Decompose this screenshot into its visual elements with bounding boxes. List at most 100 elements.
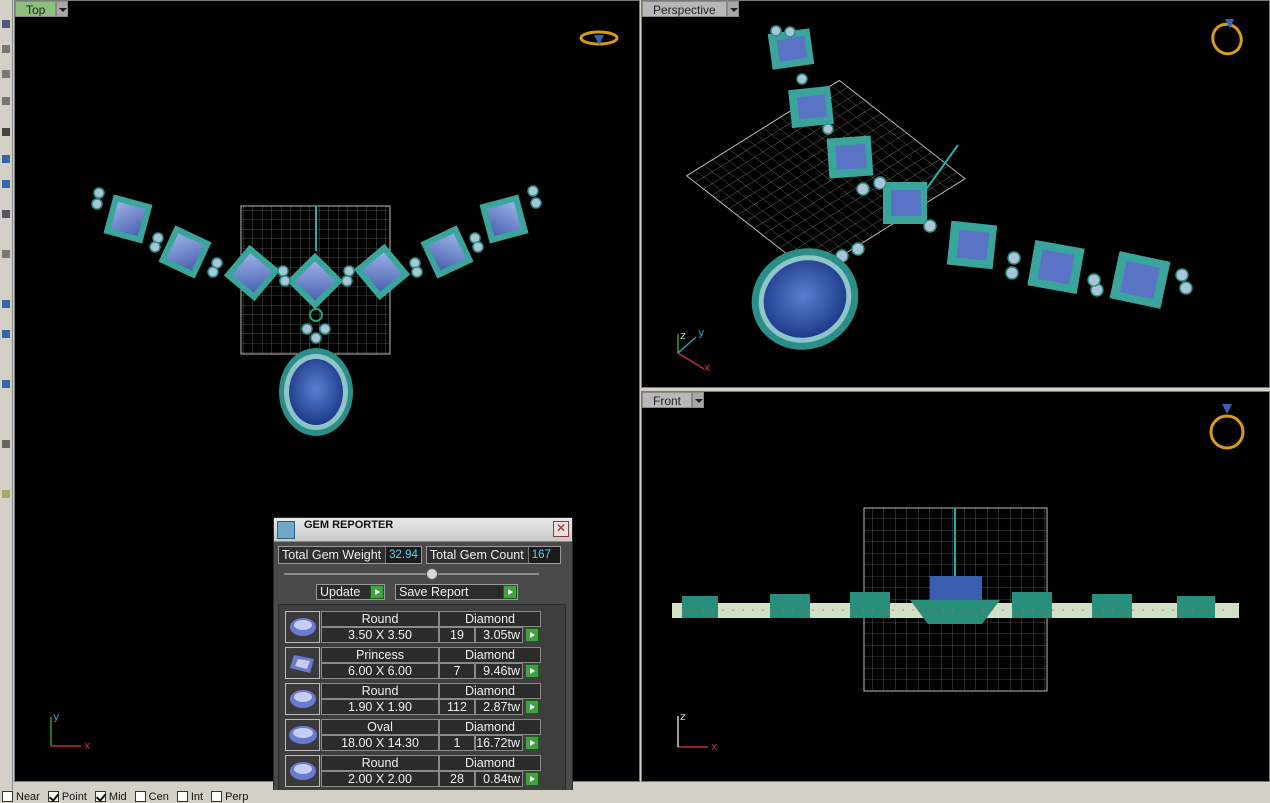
gem-row: Round Diamond 3.50 X 3.50 19 3.05tw bbox=[285, 611, 547, 643]
viewport-label: Perspective bbox=[642, 1, 727, 17]
tool-icon[interactable] bbox=[2, 490, 10, 498]
tool-icon[interactable] bbox=[2, 20, 10, 28]
gem-weight: 16.72tw bbox=[475, 735, 523, 751]
chevron-down-icon[interactable] bbox=[56, 1, 69, 17]
gem-size: 18.00 X 14.30 bbox=[321, 735, 439, 751]
snap-point[interactable]: Point bbox=[47, 791, 87, 803]
gem-material: Diamond bbox=[439, 683, 541, 699]
gem-totals: Total Gem Weight 32.94 Total Gem Count 1… bbox=[278, 546, 561, 564]
gem-reporter-titlebar[interactable]: GEM REPORTER ✕ bbox=[274, 518, 572, 542]
front-viewport[interactable]: x z Front bbox=[641, 391, 1270, 782]
play-icon[interactable] bbox=[525, 700, 539, 714]
save-report-button-label: Save Report bbox=[399, 585, 469, 599]
tool-icon[interactable] bbox=[2, 155, 10, 163]
snap-near[interactable]: Near bbox=[2, 791, 40, 803]
gem-count: 1 bbox=[439, 735, 475, 751]
gem-material: Diamond bbox=[439, 611, 541, 627]
round-gem-icon bbox=[285, 683, 320, 715]
snap-label: Int bbox=[190, 790, 204, 803]
gem-actions: Update Save Report bbox=[316, 584, 518, 600]
save-report-button[interactable]: Save Report bbox=[395, 584, 518, 600]
osnap-statusbar: Near Point Mid Cen Int Perp bbox=[0, 790, 1270, 803]
gem-size: 3.50 X 3.50 bbox=[321, 627, 439, 643]
splitter-track bbox=[284, 573, 539, 575]
play-icon[interactable] bbox=[525, 664, 539, 678]
tab-top-viewport[interactable]: Top bbox=[15, 1, 69, 17]
snap-label: Cen bbox=[148, 790, 169, 803]
gem-size: 2.00 X 2.00 bbox=[321, 771, 439, 787]
snap-cen[interactable]: Cen bbox=[134, 790, 169, 803]
tool-icon[interactable] bbox=[2, 250, 10, 258]
tool-icon[interactable] bbox=[2, 97, 10, 105]
axis-x-label: x bbox=[84, 739, 91, 752]
axis-y-label: y bbox=[698, 326, 705, 339]
tool-icon[interactable] bbox=[2, 440, 10, 448]
princess-gem-icon bbox=[285, 647, 320, 679]
left-toolbar bbox=[0, 0, 13, 790]
round-gem-icon bbox=[285, 611, 320, 643]
tab-perspective-viewport[interactable]: Perspective bbox=[642, 1, 739, 17]
gem-size: 6.00 X 6.00 bbox=[321, 663, 439, 679]
total-gem-count-label: Total Gem Count bbox=[429, 548, 524, 562]
gem-reporter-title: GEM REPORTER bbox=[304, 519, 394, 531]
gem-list: Round Diamond 3.50 X 3.50 19 3.05tw Prin… bbox=[278, 604, 566, 800]
viewport-label: Top bbox=[15, 1, 57, 17]
tool-icon[interactable] bbox=[2, 180, 10, 188]
gem-shape: Round bbox=[321, 755, 439, 771]
perspective-viewport[interactable]: x z y Perspective bbox=[641, 0, 1270, 388]
checkbox[interactable] bbox=[176, 791, 188, 802]
checkbox[interactable] bbox=[94, 791, 106, 802]
checkbox[interactable] bbox=[2, 791, 13, 802]
total-gem-weight-label: Total Gem Weight bbox=[282, 548, 382, 562]
snap-mid[interactable]: Mid bbox=[94, 790, 127, 803]
tool-icon[interactable] bbox=[2, 330, 10, 338]
gem-material: Diamond bbox=[439, 719, 541, 735]
gem-count: 112 bbox=[439, 699, 475, 715]
update-button[interactable]: Update bbox=[316, 584, 385, 600]
gem-shape: Round bbox=[321, 683, 439, 699]
gem-row: Round Diamond 2.00 X 2.00 28 0.84tw bbox=[285, 755, 547, 787]
snap-int[interactable]: Int bbox=[176, 790, 204, 803]
gem-weight: 0.84tw bbox=[475, 771, 523, 787]
viewport-label: Front bbox=[642, 392, 693, 408]
update-button-label: Update bbox=[320, 585, 361, 599]
chevron-down-icon[interactable] bbox=[692, 392, 705, 408]
tool-icon[interactable] bbox=[2, 300, 10, 308]
total-gem-weight: Total Gem Weight 32.94 bbox=[278, 546, 422, 564]
play-icon[interactable] bbox=[525, 736, 539, 750]
gem-row: Princess Diamond 6.00 X 6.00 7 9.46tw bbox=[285, 647, 547, 679]
tool-icon[interactable] bbox=[2, 45, 10, 53]
checkbox[interactable] bbox=[211, 791, 223, 802]
tool-icon[interactable] bbox=[2, 210, 10, 218]
tool-icon[interactable] bbox=[2, 70, 10, 78]
snap-label: Near bbox=[16, 790, 40, 803]
play-icon[interactable] bbox=[525, 628, 539, 642]
gem-count: 19 bbox=[439, 627, 475, 643]
panel-splitter[interactable] bbox=[284, 568, 539, 580]
total-gem-weight-value: 32.94 bbox=[385, 547, 421, 563]
play-icon[interactable] bbox=[370, 585, 384, 599]
checkbox[interactable] bbox=[47, 791, 59, 802]
close-button[interactable]: ✕ bbox=[553, 521, 569, 537]
gem-size: 1.90 X 1.90 bbox=[321, 699, 439, 715]
snap-perp[interactable]: Perp bbox=[211, 791, 248, 803]
tool-icon[interactable] bbox=[2, 128, 10, 136]
snap-label: Perp bbox=[225, 790, 249, 803]
axis-x-label: x bbox=[711, 740, 718, 753]
gem-material: Diamond bbox=[439, 647, 541, 663]
play-icon[interactable] bbox=[503, 585, 517, 599]
snap-label: Mid bbox=[108, 790, 127, 803]
play-icon[interactable] bbox=[525, 772, 539, 786]
front-view-scene: x z bbox=[672, 404, 1245, 753]
axis-y-label: y bbox=[53, 710, 60, 723]
view-cube-ring-icon[interactable] bbox=[1209, 404, 1245, 450]
gem-shape: Princess bbox=[321, 647, 439, 663]
tab-front-viewport[interactable]: Front bbox=[642, 392, 705, 408]
gem-weight: 3.05tw bbox=[475, 627, 523, 643]
tool-icon[interactable] bbox=[2, 380, 10, 388]
view-cube-ring-icon[interactable] bbox=[579, 30, 619, 46]
splitter-handle[interactable] bbox=[426, 568, 438, 580]
checkbox[interactable] bbox=[134, 791, 146, 802]
view-cube-ring-icon[interactable] bbox=[1207, 19, 1246, 59]
chevron-down-icon[interactable] bbox=[726, 1, 739, 17]
